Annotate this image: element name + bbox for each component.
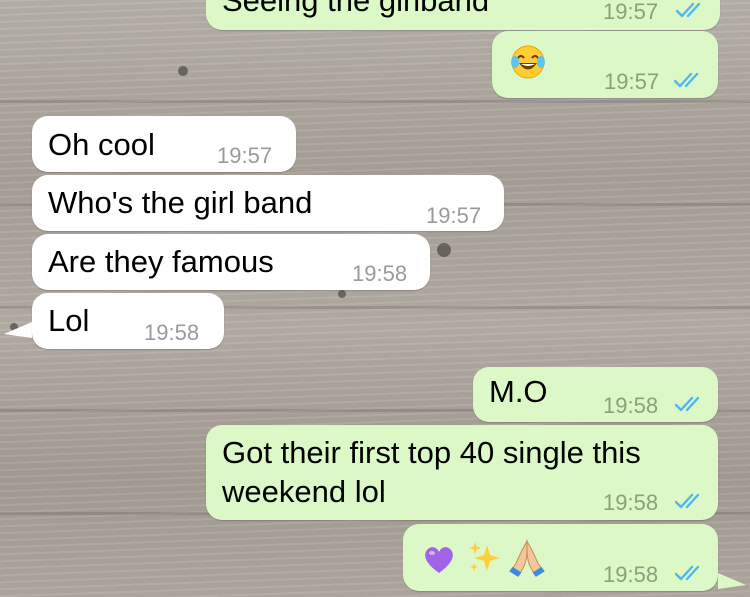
wood-knot xyxy=(178,66,188,76)
wood-knot xyxy=(437,243,451,257)
message-text: Are they famous xyxy=(48,244,274,279)
message-time: 19:58 xyxy=(144,320,200,345)
incoming-message[interactable]: Who's the girl band 19:57 xyxy=(32,175,504,231)
message-text-line: weekend lol xyxy=(222,474,386,509)
message-text: M.O xyxy=(489,374,548,409)
read-receipt-icon xyxy=(675,493,700,509)
read-receipt-icon xyxy=(675,396,700,412)
message-time: 19:58 xyxy=(603,562,659,587)
incoming-message[interactable]: Lol 19:58 xyxy=(32,293,224,349)
folded-hands-icon xyxy=(509,539,545,577)
outgoing-message[interactable]: Got their first top 40 single this weeke… xyxy=(206,425,718,520)
message-time: 19:58 xyxy=(603,393,659,418)
purple-heart-icon xyxy=(425,547,453,573)
read-receipt-icon xyxy=(675,565,700,581)
outgoing-message[interactable]: 19:58 xyxy=(403,524,718,591)
bubble-tail xyxy=(718,573,746,589)
message-time: 19:57 xyxy=(603,0,659,24)
outgoing-message[interactable]: 19:57 xyxy=(492,31,718,98)
incoming-message[interactable]: Oh cool 19:57 xyxy=(32,116,296,172)
read-receipt-icon xyxy=(676,2,701,18)
message-text: Who's the girl band xyxy=(48,185,313,220)
message-time: 19:58 xyxy=(352,261,408,286)
incoming-message[interactable]: Are they famous 19:58 xyxy=(32,234,430,290)
outgoing-message[interactable]: M.O 19:58 xyxy=(473,367,718,422)
message-text: Lol xyxy=(48,303,90,338)
message-time: 19:57 xyxy=(217,143,273,168)
face-with-tears-of-joy-icon xyxy=(511,45,545,79)
read-receipt-icon xyxy=(674,72,699,88)
outgoing-message[interactable]: Seeing the girlband 19:57 xyxy=(206,0,720,30)
message-text: Oh cool xyxy=(48,127,155,162)
sparkles-icon xyxy=(469,542,500,571)
wood-knot xyxy=(338,290,346,298)
message-text-line: Got their first top 40 single this xyxy=(222,435,641,470)
bubble-tail xyxy=(4,322,32,338)
message-text: Seeing the girlband xyxy=(222,0,490,18)
message-time: 19:57 xyxy=(604,69,660,94)
message-time: 19:57 xyxy=(426,203,482,228)
message-time: 19:58 xyxy=(603,490,659,515)
